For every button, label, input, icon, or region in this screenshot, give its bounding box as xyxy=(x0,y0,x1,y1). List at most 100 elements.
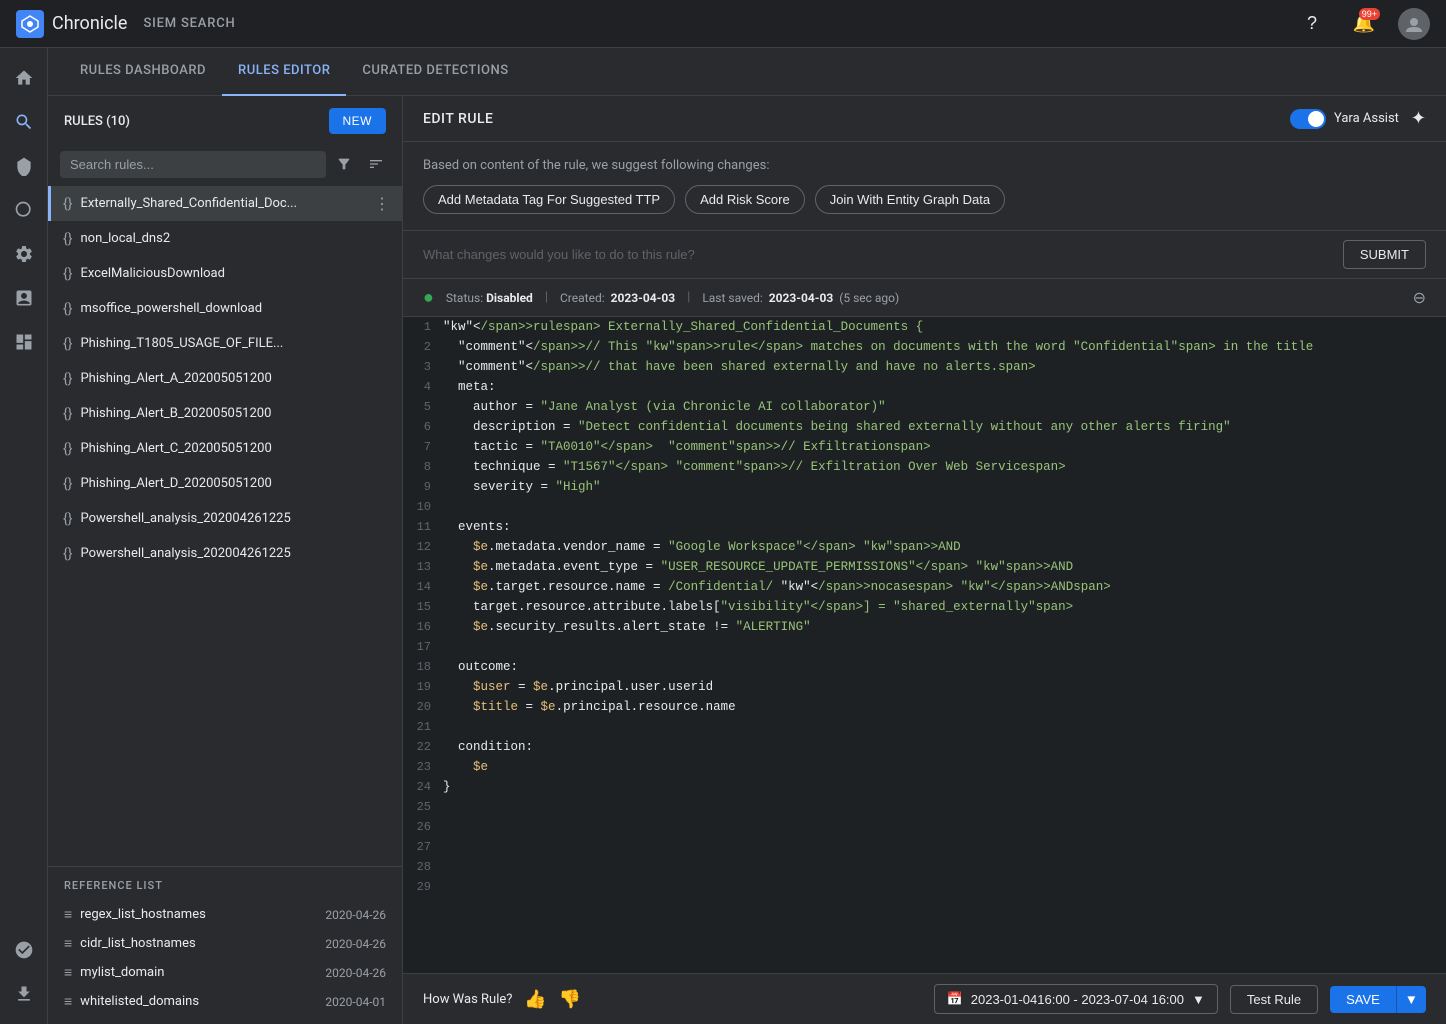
add-risk-score-button[interactable]: Add Risk Score xyxy=(685,185,805,214)
notifications-button[interactable]: 🔔 99+ xyxy=(1346,6,1382,42)
code-line: 18 outcome: xyxy=(403,657,1446,677)
rule-item[interactable]: {} Phishing_Alert_A_202005051200 ⋮ xyxy=(48,361,402,396)
rule-item[interactable]: {} Powershell_analysis_202004261225 ⋮ xyxy=(48,536,402,571)
save-button[interactable]: SAVE xyxy=(1330,986,1396,1013)
collapse-button[interactable]: ⊖ xyxy=(1413,288,1426,307)
rail-investigate-icon[interactable] xyxy=(6,192,42,228)
line-number: 26 xyxy=(403,817,443,837)
line-content: meta: xyxy=(443,377,1446,397)
line-content xyxy=(443,837,1446,857)
tab-rules-dashboard[interactable]: RULES DASHBOARD xyxy=(64,48,222,96)
help-button[interactable]: ? xyxy=(1294,6,1330,42)
editor-header: EDIT RULE Yara Assist ✦ xyxy=(403,96,1446,142)
code-line: 23 $e xyxy=(403,757,1446,777)
reference-item[interactable]: ≡ regex_list_hostnames 2020-04-26 xyxy=(64,900,386,929)
line-number: 24 xyxy=(403,777,443,797)
rule-item[interactable]: {} Phishing_Alert_C_202005051200 ⋮ xyxy=(48,431,402,466)
code-line: 24} xyxy=(403,777,1446,797)
code-line: 15 target.resource.attribute.labels["vis… xyxy=(403,597,1446,617)
search-input[interactable] xyxy=(60,151,326,178)
reference-item[interactable]: ≡ cidr_list_hostnames 2020-04-26 xyxy=(64,929,386,958)
edit-rule-title: EDIT RULE xyxy=(423,111,493,127)
rule-item[interactable]: {} Phishing_T1805_USAGE_OF_FILE... ⋮ xyxy=(48,326,402,361)
line-content: } xyxy=(443,777,1446,797)
date-range-button[interactable]: 📅 2023-01-0416:00 - 2023-07-04 16:00 ▼ xyxy=(934,984,1218,1014)
code-line: 12 $e.metadata.vendor_name = "Google Wor… xyxy=(403,537,1446,557)
test-rule-button[interactable]: Test Rule xyxy=(1230,985,1318,1014)
add-metadata-button[interactable]: Add Metadata Tag For Suggested TTP xyxy=(423,185,675,214)
rule-item[interactable]: {} non_local_dns2 ⋮ xyxy=(48,221,402,256)
query-input[interactable] xyxy=(423,247,1331,262)
created-text: Created: 2023-04-03 xyxy=(560,291,675,305)
sparkle-icon[interactable]: ✦ xyxy=(1411,108,1426,129)
status-state: Disabled xyxy=(486,291,533,305)
line-content: technique = "T1567"</span> "comment"span… xyxy=(443,457,1446,477)
code-line: 2 "comment"</span>>// This "kw"span>>rul… xyxy=(403,337,1446,357)
line-content: $user = $e.principal.user.userid xyxy=(443,677,1446,697)
toggle-switch[interactable] xyxy=(1290,109,1326,129)
saved-ago: (5 sec ago) xyxy=(839,291,899,305)
rule-name: Phishing_T1805_USAGE_OF_FILE... xyxy=(80,336,374,351)
code-line: 1"kw"</span>>rulespan> Externally_Shared… xyxy=(403,317,1446,337)
rule-item[interactable]: {} Phishing_Alert_D_202005051200 ⋮ xyxy=(48,466,402,501)
status-divider-2: | xyxy=(687,290,690,305)
rule-item[interactable]: {} msoffice_powershell_download ⋮ xyxy=(48,291,402,326)
reference-item[interactable]: ≡ whitelisted_domains 2020-04-01 xyxy=(64,987,386,1016)
rail-boards-icon[interactable] xyxy=(6,324,42,360)
yara-assist-toggle[interactable]: Yara Assist xyxy=(1290,109,1399,129)
thumbs-down-button[interactable]: 👎 xyxy=(559,989,581,1010)
nav-title: SIEM SEARCH xyxy=(143,16,235,31)
rail-search-icon[interactable] xyxy=(6,104,42,140)
rule-menu-icon[interactable]: ⋮ xyxy=(374,194,390,213)
suggestions-bar: Based on content of the rule, we suggest… xyxy=(403,142,1446,231)
line-content xyxy=(443,877,1446,897)
rail-admin-icon[interactable] xyxy=(6,932,42,968)
rail-analytics-icon[interactable] xyxy=(6,280,42,316)
thumbs-up-button[interactable]: 👍 xyxy=(524,989,546,1010)
rule-item[interactable]: {} Powershell_analysis_202004261225 ⋮ xyxy=(48,501,402,536)
code-area[interactable]: 1"kw"</span>>rulespan> Externally_Shared… xyxy=(403,317,1446,973)
rail-detect-icon[interactable] xyxy=(6,148,42,184)
rule-bracket-icon: {} xyxy=(63,371,72,387)
join-entity-graph-button[interactable]: Join With Entity Graph Data xyxy=(815,185,1005,214)
rules-count-label: RULES (10) xyxy=(64,114,130,129)
line-content xyxy=(443,797,1446,817)
line-content xyxy=(443,637,1446,657)
line-content xyxy=(443,857,1446,877)
tab-rules-editor[interactable]: RULES EDITOR xyxy=(222,48,346,96)
code-line: 16 $e.security_results.alert_state != "A… xyxy=(403,617,1446,637)
rule-bracket-icon: {} xyxy=(63,301,72,317)
editor-header-right: Yara Assist ✦ xyxy=(1290,108,1426,129)
tab-curated-detections[interactable]: CURATED DETECTIONS xyxy=(346,48,524,96)
line-number: 1 xyxy=(403,317,443,337)
rail-upload-icon[interactable] xyxy=(6,976,42,1012)
rule-name: Phishing_Alert_B_202005051200 xyxy=(80,406,374,421)
code-line: 27 xyxy=(403,837,1446,857)
rule-item[interactable]: {} Externally_Shared_Confidential_Doc...… xyxy=(48,186,402,221)
saved-text: Last saved: 2023-04-03 (5 sec ago) xyxy=(702,291,899,305)
rule-item[interactable]: {} ExcelMaliciousDownload ⋮ xyxy=(48,256,402,291)
line-content: author = "Jane Analyst (via Chronicle AI… xyxy=(443,397,1446,417)
filter-icon[interactable] xyxy=(330,150,358,178)
sort-icon[interactable] xyxy=(362,150,390,178)
new-rule-button[interactable]: NEW xyxy=(329,108,387,134)
rail-settings-icon[interactable] xyxy=(6,236,42,272)
line-content: $e.metadata.vendor_name = "Google Worksp… xyxy=(443,537,1446,557)
line-content xyxy=(443,817,1446,837)
suggestion-buttons: Add Metadata Tag For Suggested TTP Add R… xyxy=(423,185,1426,214)
save-dropdown-button[interactable]: ▼ xyxy=(1396,986,1426,1013)
rail-home-icon[interactable] xyxy=(6,60,42,96)
submit-button[interactable]: SUBMIT xyxy=(1343,240,1426,269)
line-number: 8 xyxy=(403,457,443,477)
chevron-down-icon: ▼ xyxy=(1192,992,1205,1007)
line-number: 6 xyxy=(403,417,443,437)
rule-name: Phishing_Alert_C_202005051200 xyxy=(80,441,374,456)
notification-badge: 99+ xyxy=(1359,8,1380,20)
reference-list-section: REFERENCE LIST ≡ regex_list_hostnames 20… xyxy=(48,866,402,1024)
reference-item[interactable]: ≡ mylist_domain 2020-04-26 xyxy=(64,958,386,987)
rule-item[interactable]: {} Phishing_Alert_B_202005051200 ⋮ xyxy=(48,396,402,431)
line-content: outcome: xyxy=(443,657,1446,677)
line-number: 20 xyxy=(403,697,443,717)
rule-bracket-icon: {} xyxy=(63,231,72,247)
avatar[interactable] xyxy=(1398,8,1430,40)
